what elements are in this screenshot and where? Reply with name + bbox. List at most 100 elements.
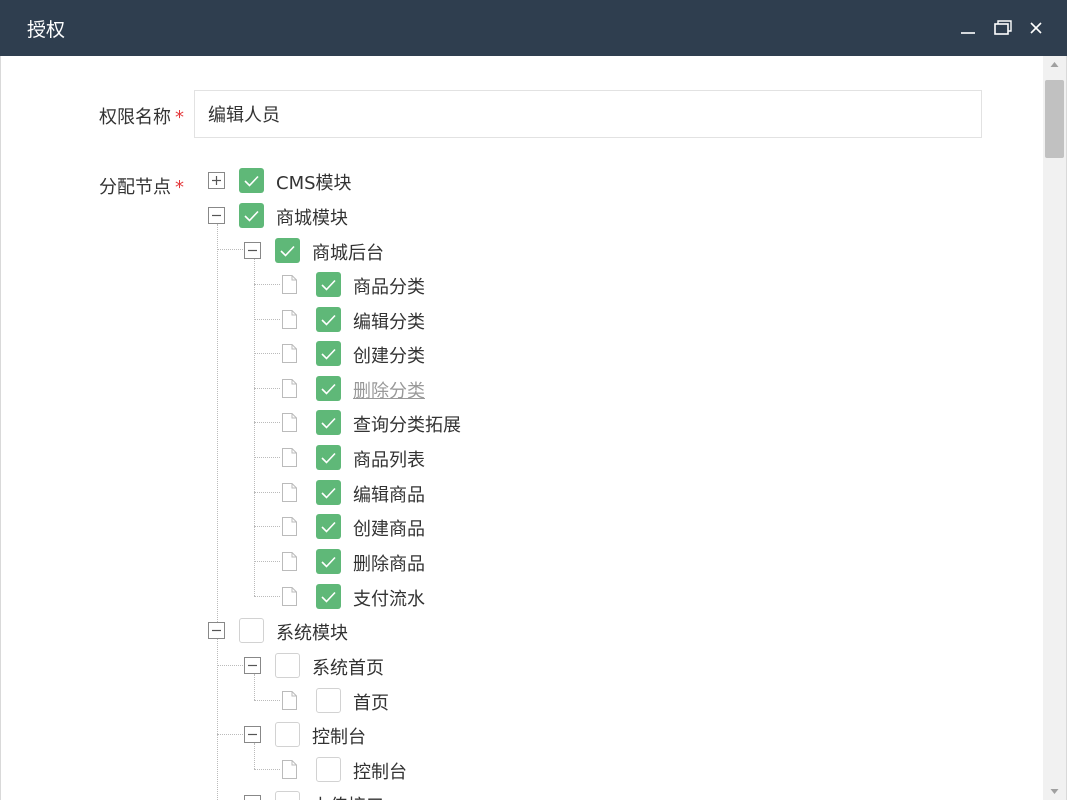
check-icon [244, 175, 259, 187]
check-icon [321, 348, 336, 360]
file-icon [282, 517, 297, 536]
checkbox[interactable] [239, 168, 264, 193]
checkbox[interactable] [275, 238, 300, 263]
collapse-toggle[interactable] [244, 242, 261, 259]
checkbox[interactable] [316, 584, 341, 609]
checkbox[interactable] [239, 618, 264, 643]
checkbox[interactable] [316, 688, 341, 713]
maximize-button[interactable] [989, 14, 1015, 42]
file-icon [282, 448, 297, 467]
checkbox[interactable] [316, 376, 341, 401]
tree-leaf: 编辑商品 [0, 478, 500, 508]
node-label[interactable]: 上传接口 [312, 792, 384, 800]
check-icon [321, 556, 336, 568]
checkbox[interactable] [275, 722, 300, 747]
checkbox[interactable] [316, 757, 341, 782]
node-label[interactable]: 支付流水 [353, 585, 425, 611]
restore-icon [994, 20, 1012, 35]
tree-leaf: 创建商品 [0, 512, 500, 542]
minus-icon [248, 249, 257, 252]
checkbox[interactable] [316, 480, 341, 505]
node-label[interactable]: 商品列表 [353, 446, 425, 472]
check-icon [321, 417, 336, 429]
checkbox[interactable] [316, 341, 341, 366]
node-label[interactable]: 商城后台 [312, 239, 384, 265]
expand-toggle[interactable] [208, 172, 225, 189]
file-icon [282, 275, 297, 294]
file-icon [282, 552, 297, 571]
file-icon [282, 310, 297, 329]
scroll-up-button[interactable] [1043, 56, 1066, 73]
node-label[interactable]: 控制台 [312, 723, 366, 749]
minus-icon [248, 733, 257, 736]
collapse-toggle[interactable] [208, 207, 225, 224]
tree-leaf: 首页 [0, 686, 400, 716]
collapse-toggle[interactable] [244, 726, 261, 743]
node-label[interactable]: 删除商品 [353, 550, 425, 576]
node-label[interactable]: 控制台 [353, 758, 407, 784]
node-label[interactable]: 删除分类 [353, 377, 425, 403]
tree-node-shop-admin: 商城后台 [0, 236, 400, 266]
checkbox[interactable] [316, 549, 341, 574]
node-label[interactable]: 商品分类 [353, 273, 425, 299]
node-label[interactable]: 编辑分类 [353, 308, 425, 334]
file-icon [282, 379, 297, 398]
checkbox[interactable] [275, 791, 300, 800]
checkbox[interactable] [316, 445, 341, 470]
collapse-toggle[interactable] [244, 657, 261, 674]
node-label[interactable]: 系统模块 [276, 619, 348, 645]
plus-icon [212, 176, 221, 185]
scroll-down-button[interactable] [1043, 783, 1066, 800]
node-label[interactable]: 编辑商品 [353, 481, 425, 507]
check-icon [321, 279, 336, 291]
minimize-button[interactable] [955, 14, 981, 42]
tree-leaf: 创建分类 [0, 339, 500, 369]
arrow-down-icon [1050, 789, 1059, 794]
node-label[interactable]: 首页 [353, 689, 389, 715]
file-icon [282, 344, 297, 363]
window-title: 授权 [27, 19, 66, 41]
dialog-content: 权限名称* 分配节点* CMS [0, 56, 1043, 800]
checkbox[interactable] [316, 272, 341, 297]
permission-name-input[interactable] [194, 90, 982, 138]
collapse-toggle[interactable] [208, 622, 225, 639]
check-icon [321, 487, 336, 499]
checkbox[interactable] [316, 307, 341, 332]
node-label[interactable]: 商城模块 [276, 204, 348, 230]
node-label[interactable]: 创建分类 [353, 342, 425, 368]
node-label[interactable]: 创建商品 [353, 515, 425, 541]
tree-leaf: 支付流水 [0, 582, 500, 612]
checkbox[interactable] [239, 203, 264, 228]
checkbox[interactable] [316, 514, 341, 539]
check-icon [321, 452, 336, 464]
node-label[interactable]: CMS模块 [276, 169, 352, 195]
tree-node-system: 系统模块 [0, 616, 400, 646]
check-icon [321, 521, 336, 533]
tree-leaf: 删除商品 [0, 547, 500, 577]
file-icon [282, 760, 297, 779]
required-marker: * [175, 107, 184, 128]
minus-icon [212, 214, 221, 217]
check-icon [321, 591, 336, 603]
tree-leaf-disabled: 删除分类 [0, 374, 500, 404]
tree-node-shop: 商城模块 [0, 201, 400, 231]
minus-icon [245, 796, 260, 800]
close-button[interactable] [1023, 14, 1049, 42]
tree-leaf: 编辑分类 [0, 305, 500, 335]
minimize-icon [961, 32, 975, 34]
node-label[interactable]: 查询分类拓展 [353, 411, 461, 437]
permission-name-label-text: 权限名称 [99, 107, 171, 128]
tree-node-console: 控制台 [0, 720, 400, 750]
node-label[interactable]: 系统首页 [312, 654, 384, 680]
collapse-toggle[interactable] [244, 795, 261, 800]
tree-leaf: 商品分类 [0, 270, 500, 300]
vertical-scrollbar[interactable] [1043, 56, 1066, 800]
tree-node-upload: 上传接口 [0, 789, 400, 800]
checkbox[interactable] [275, 653, 300, 678]
check-icon [321, 383, 336, 395]
check-icon [280, 245, 295, 257]
scrollbar-thumb[interactable] [1045, 80, 1064, 158]
check-icon [321, 314, 336, 326]
checkbox[interactable] [316, 410, 341, 435]
tree-node-system-home: 系统首页 [0, 651, 400, 681]
